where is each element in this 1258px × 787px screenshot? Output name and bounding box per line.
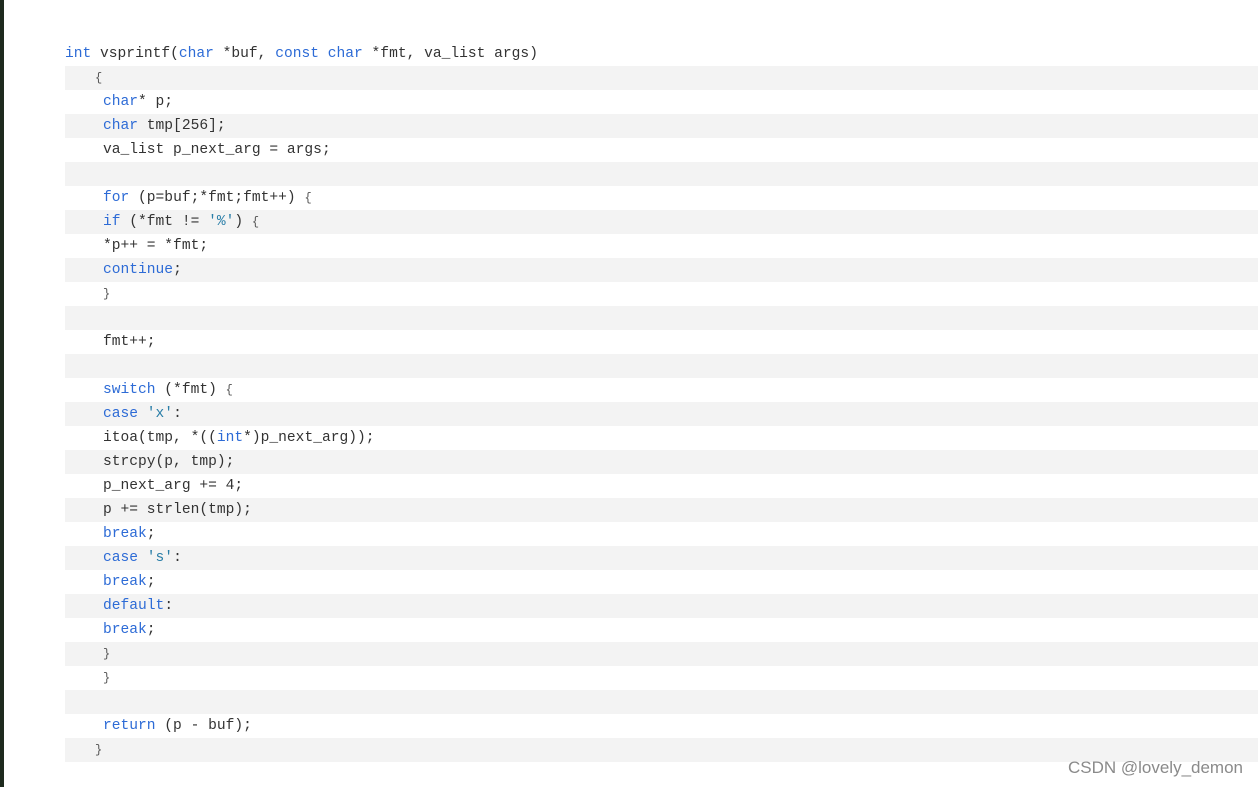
code-token-plain: va_list p_next_arg = args; [103, 142, 331, 158]
code-line: case 'x': [65, 402, 1258, 426]
watermark: CSDN @lovely_demon [1067, 758, 1243, 777]
code-line: if (*fmt != '%') { [65, 210, 1258, 234]
code-token-kw: char [327, 46, 363, 62]
code-token-plain: : [164, 598, 174, 614]
code-line: } [65, 642, 1258, 666]
code-line: { [65, 66, 1258, 90]
code-token-kw: char [178, 46, 214, 62]
code-token-brace: { [225, 383, 233, 397]
code-token-plain: *)p_next_arg)); [243, 430, 375, 446]
code-line [65, 306, 1258, 330]
code-token-kw: int [216, 430, 244, 446]
code-line: char tmp[256]; [65, 114, 1258, 138]
code-line: char* p; [65, 90, 1258, 114]
code-token-plain: p += strlen(tmp); [103, 502, 252, 518]
code-token-str: 'x' [146, 406, 174, 422]
code-token-brace: } [103, 671, 111, 685]
code-line: case 's': [65, 546, 1258, 570]
code-token-plain: ; [146, 526, 156, 542]
code-line: *p++ = *fmt; [65, 234, 1258, 258]
code-token-kw: continue [103, 262, 174, 278]
code-token-str: 's' [146, 550, 174, 566]
code-line: default: [65, 594, 1258, 618]
code-token-kw: break [103, 622, 147, 638]
code-line: break; [65, 570, 1258, 594]
code-token-plain: (p=buf;*fmt;fmt++) [129, 190, 305, 206]
code-token-kw: switch [103, 382, 156, 398]
code-token-brace: } [103, 287, 111, 301]
code-token-kw: if [103, 214, 121, 230]
code-token-plain: ; [146, 574, 156, 590]
code-token-kw: break [103, 574, 147, 590]
code-line: break; [65, 618, 1258, 642]
code-token-plain: strcpy(p, tmp); [103, 454, 235, 470]
code-token-kw: break [103, 526, 147, 542]
code-token-plain: vsprintf( [91, 46, 179, 62]
code-line: continue; [65, 258, 1258, 282]
code-token-str: '%' [208, 214, 235, 230]
code-token-plain: *buf, [213, 46, 276, 62]
code-token-plain: fmt++; [103, 334, 156, 350]
code-token-plain: (*fmt) [155, 382, 226, 398]
left-border [0, 0, 4, 787]
code-line: } [65, 282, 1258, 306]
code-line [65, 354, 1258, 378]
code-token-kw: int [65, 46, 92, 62]
code-token-kw: for [103, 190, 130, 206]
code-token-plain: : [173, 550, 182, 566]
code-token-brace: { [304, 191, 312, 205]
code-token-brace: } [103, 647, 111, 661]
code-token-kw: const [275, 46, 319, 62]
code-line: switch (*fmt) { [65, 378, 1258, 402]
code-token-plain: : [173, 406, 182, 422]
code-token-plain: (p - buf); [155, 718, 252, 734]
code-line: break; [65, 522, 1258, 546]
code-token-plain: p_next_arg += 4; [103, 478, 244, 494]
code-token-kw: case [103, 406, 139, 422]
code-line: va_list p_next_arg = args; [65, 138, 1258, 162]
code-token-kw: return [103, 718, 156, 734]
code-line: for (p=buf;*fmt;fmt++) { [65, 186, 1258, 210]
code-token-plain: ; [173, 262, 182, 278]
code-token-plain: tmp[256]; [138, 118, 226, 134]
code-line [65, 690, 1258, 714]
code-token-brace: { [251, 215, 260, 229]
code-line: p += strlen(tmp); [65, 498, 1258, 522]
code-token-brace: { [95, 71, 103, 85]
code-token-plain: ) [234, 214, 252, 230]
code-token-kw: default [103, 598, 165, 614]
code-line [65, 162, 1258, 186]
code-token-kw: char [103, 118, 139, 134]
code-token-plain: itoa(tmp, *(( [103, 430, 217, 446]
code-line: int vsprintf(char *buf, const char *fmt,… [65, 42, 1258, 66]
code-line: itoa(tmp, *((int*)p_next_arg)); [65, 426, 1258, 450]
code-token-kw: case [103, 550, 139, 566]
code-token-plain: (*fmt != [120, 214, 209, 230]
code-token-plain: * p; [138, 94, 174, 110]
code-token-plain: ; [146, 622, 156, 638]
code-line: strcpy(p, tmp); [65, 450, 1258, 474]
code-line: fmt++; [65, 330, 1258, 354]
code-token-brace: } [95, 743, 103, 757]
code-token-kw: char [103, 94, 139, 110]
code-line: p_next_arg += 4; [65, 474, 1258, 498]
code-line: } [65, 666, 1258, 690]
code-line: return (p - buf); [65, 714, 1258, 738]
code-token-plain: *fmt, va_list args) [362, 46, 538, 62]
code-block[interactable]: int vsprintf(char *buf, const char *fmt,… [65, 42, 1258, 762]
code-token-plain: *p++ = *fmt; [103, 238, 209, 254]
